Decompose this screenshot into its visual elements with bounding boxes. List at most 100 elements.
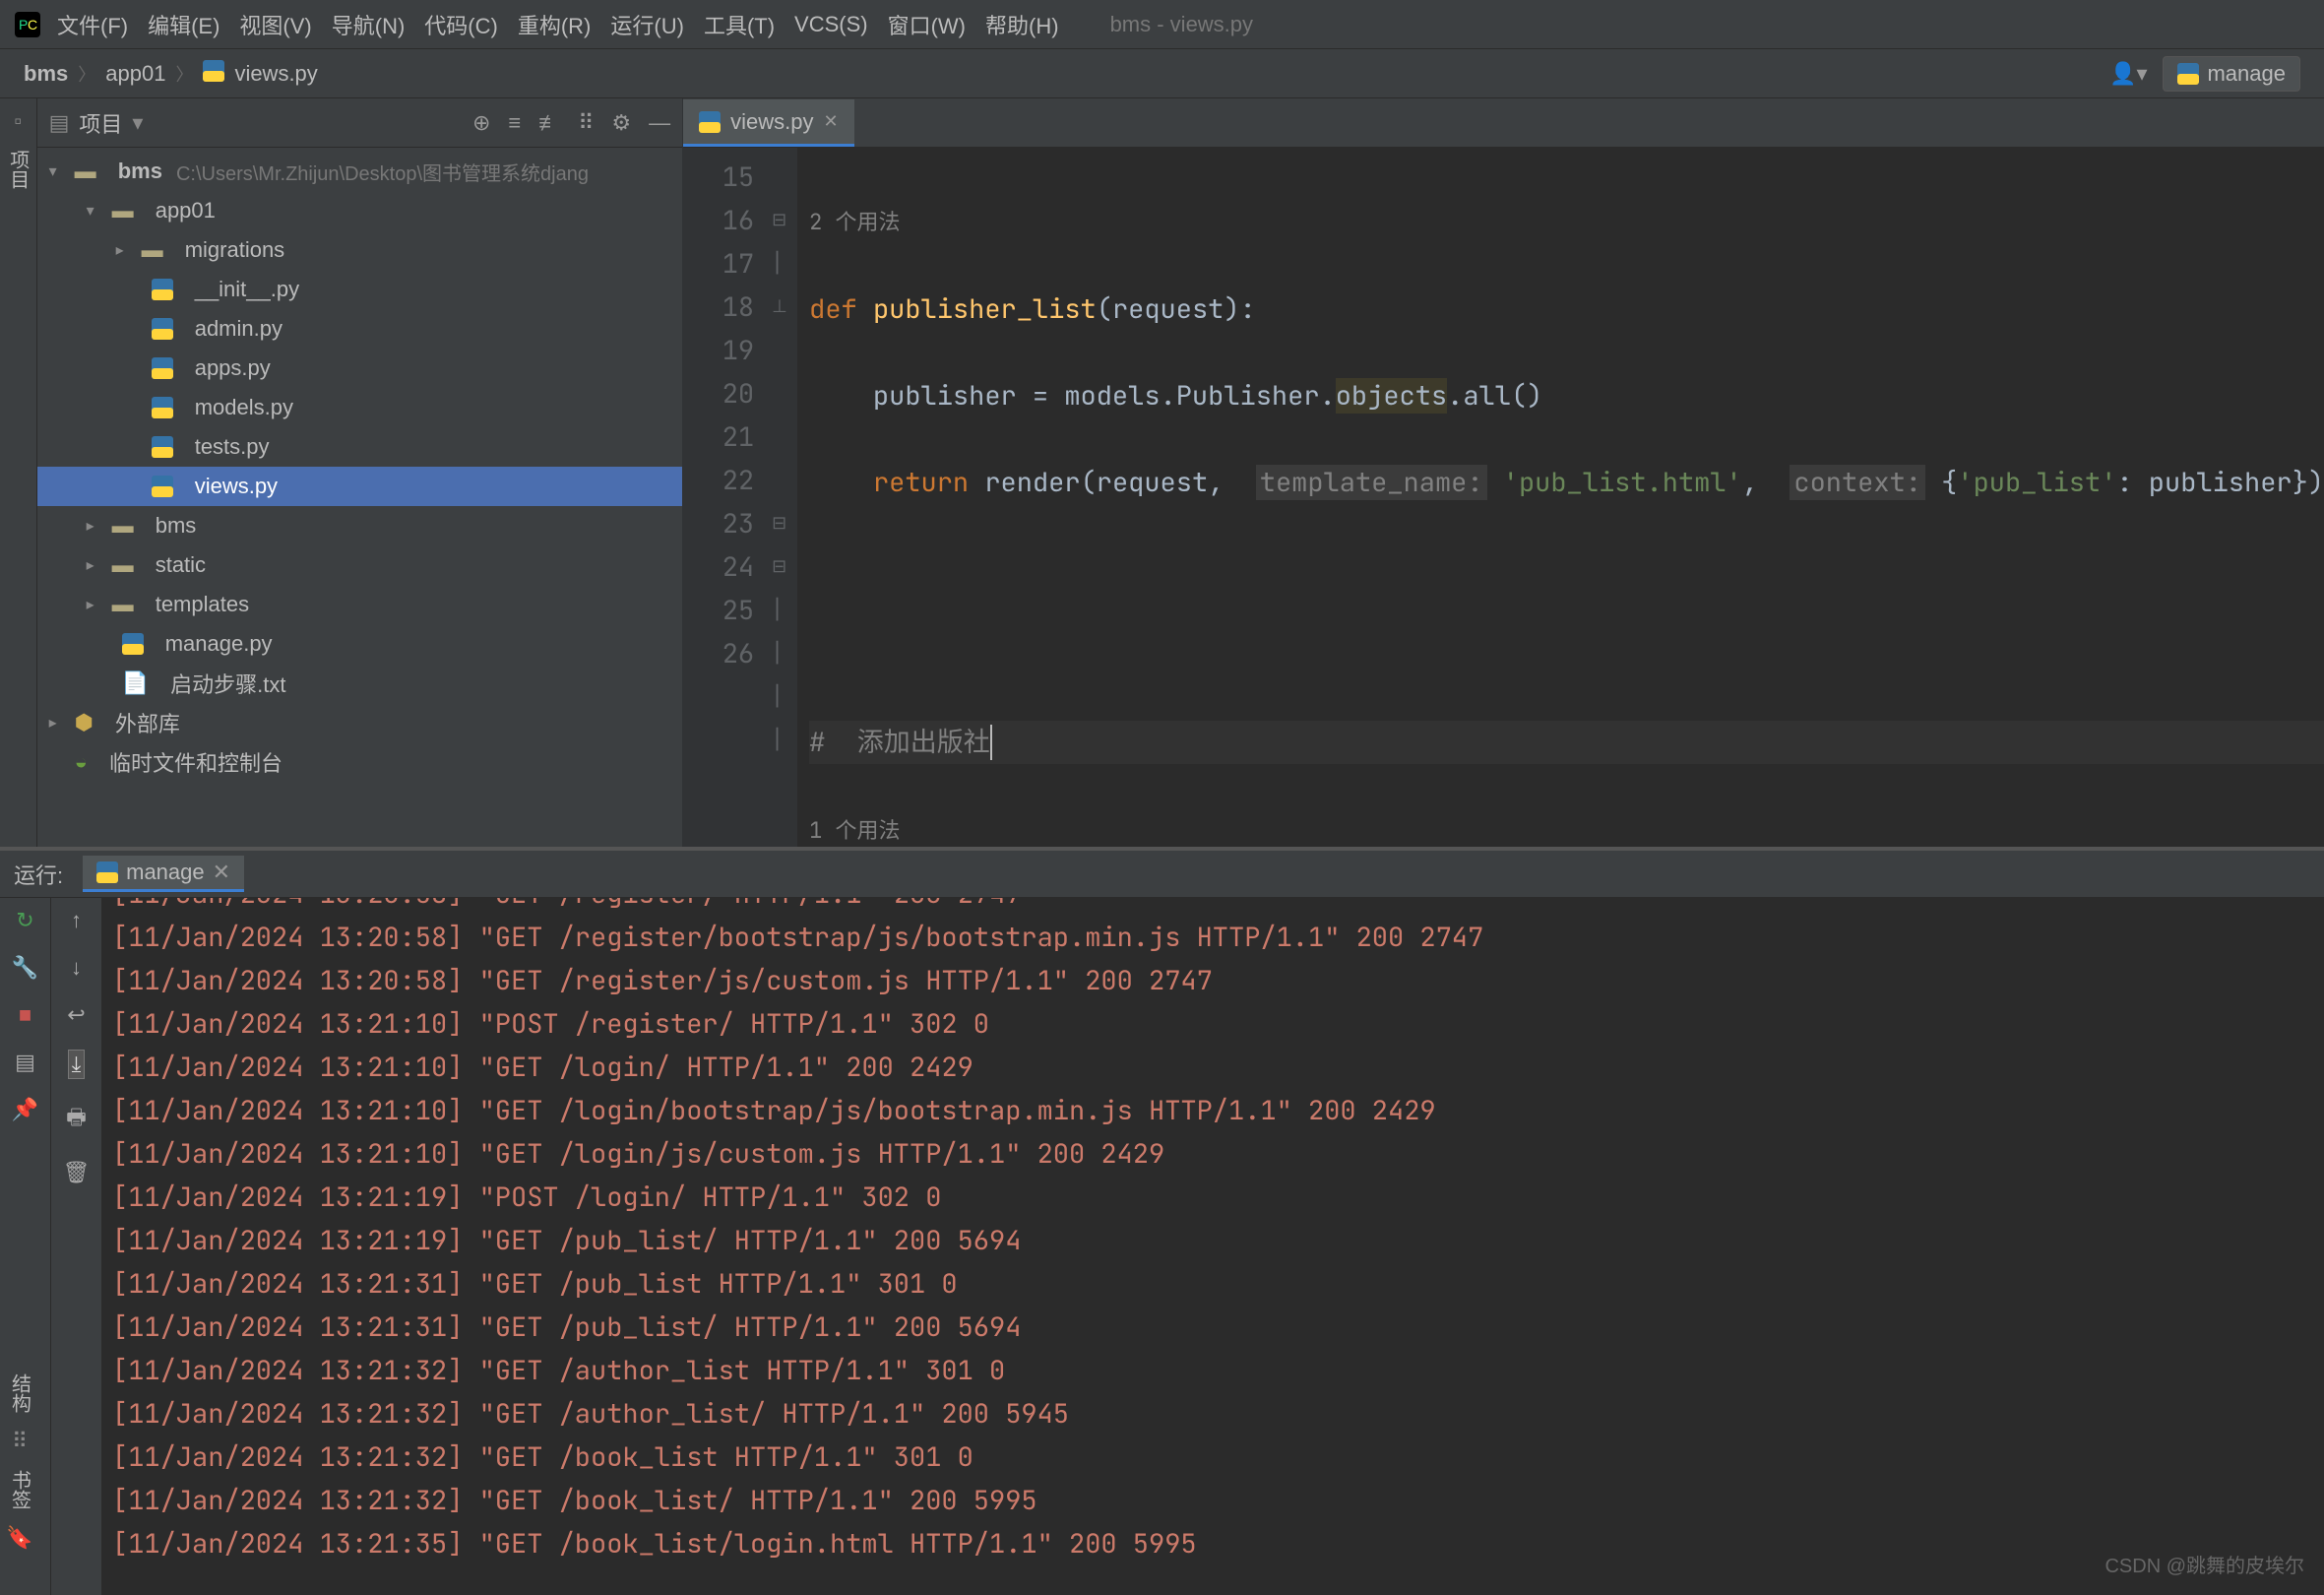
user-icon[interactable]: 👤▾ (2109, 61, 2147, 87)
usage-hint[interactable]: 2 个用法 (809, 208, 900, 236)
tree-root-name: bms (118, 159, 162, 184)
breadcrumb-folder[interactable]: app01 (105, 61, 165, 87)
locate-icon[interactable]: ⊕ (472, 110, 490, 136)
console-output[interactable]: [11/Jan/2024 13:20:58] "GET /register/ H… (102, 898, 2324, 1595)
project-tool-tab[interactable]: 项目 (4, 144, 32, 195)
trash-icon[interactable]: 🗑 (63, 1160, 91, 1185)
log-line: [11/Jan/2024 13:21:10] "GET /login/boots… (112, 1089, 2314, 1132)
close-icon[interactable]: ✕ (823, 111, 838, 132)
structure-icon: ⠿ (12, 1429, 28, 1454)
log-line: [11/Jan/2024 13:21:35] "GET /book_list/l… (112, 1522, 2314, 1565)
editor-tabs: views.py ✕ (683, 98, 2324, 148)
tree-init[interactable]: __init__.py (37, 270, 683, 309)
log-line: [11/Jan/2024 13:21:10] "POST /register/ … (112, 1002, 2314, 1046)
tree-app01[interactable]: ▾▬ app01 (37, 191, 683, 230)
tree-steps[interactable]: 📄 启动步骤.txt (37, 664, 683, 703)
menu-navigate[interactable]: 导航(N) (324, 5, 413, 44)
tree-views[interactable]: views.py (37, 467, 683, 506)
log-line: [11/Jan/2024 13:20:58] "GET /register/bo… (112, 916, 2314, 959)
pin-icon[interactable]: 📌 (12, 1097, 38, 1122)
menu-run[interactable]: 运行(U) (602, 5, 692, 44)
log-line: [11/Jan/2024 13:21:31] "GET /pub_list/ H… (112, 1306, 2314, 1349)
tree-templates[interactable]: ▸▬ templates (37, 585, 683, 624)
menu-view[interactable]: 视图(V) (231, 5, 319, 44)
editor-tab-views[interactable]: views.py ✕ (683, 99, 853, 147)
up-icon[interactable]: ↑ (71, 908, 82, 933)
breadcrumb-file[interactable]: views.py (234, 61, 317, 87)
tree-manage[interactable]: manage.py (37, 624, 683, 664)
expand-all-icon[interactable]: ≡ (508, 110, 521, 136)
python-file-icon (203, 60, 224, 88)
run-label: 运行: (14, 859, 63, 890)
log-line: [11/Jan/2024 13:20:58] "GET /register/js… (112, 959, 2314, 1002)
menu-vcs[interactable]: VCS(S) (786, 8, 876, 41)
scroll-end-icon[interactable]: ⤓ (68, 1050, 86, 1079)
print-icon[interactable]: 🖶 (66, 1101, 87, 1138)
menu-tools[interactable]: 工具(T) (696, 5, 783, 44)
soft-wrap-icon[interactable]: ↩ (67, 1002, 85, 1028)
project-view-label[interactable]: 项目 (79, 107, 122, 139)
project-tool-icon[interactable]: ▫ (14, 108, 22, 134)
tree-root-path: C:\Users\Mr.Zhijun\Desktop\图书管理系统djang (176, 158, 589, 186)
menu-refactor[interactable]: 重构(R) (510, 5, 599, 44)
bookmarks-tool-tab[interactable]: 书签 (6, 1464, 34, 1515)
chevron-right-icon: 〉 (175, 61, 193, 87)
tree-bms-folder[interactable]: ▸▬ bms (37, 506, 683, 545)
log-line: [11/Jan/2024 13:21:10] "GET /login/ HTTP… (112, 1046, 2314, 1089)
usage-hint[interactable]: 1 个用法 (809, 816, 900, 845)
log-line: [11/Jan/2024 13:21:32] "GET /book_list H… (112, 1436, 2314, 1479)
log-line: [11/Jan/2024 13:21:10] "GET /login/js/cu… (112, 1132, 2314, 1176)
tree-static[interactable]: ▸▬ static (37, 545, 683, 585)
menu-window[interactable]: 窗口(W) (880, 5, 974, 44)
menubar: PC 文件(F) 编辑(E) 视图(V) 导航(N) 代码(C) 重构(R) 运… (0, 0, 2324, 49)
tree-admin[interactable]: admin.py (37, 309, 683, 349)
project-tool-window: ▤ 项目 ▾ ⊕ ≡ ≢ ⠿ ⚙ — ▾▬ bmsC:\Users\Mr.Zhi… (37, 98, 684, 847)
tree-root[interactable]: ▾▬ bmsC:\Users\Mr.Zhijun\Desktop\图书管理系统d… (37, 152, 683, 191)
tree-migrations[interactable]: ▸▬ migrations (37, 230, 683, 270)
tree-external-libs[interactable]: ▸⬢ 外部库 (37, 703, 683, 742)
menu-help[interactable]: 帮助(H) (977, 5, 1067, 44)
run-config-selector[interactable]: manage (2163, 56, 2300, 92)
minimize-icon[interactable]: — (649, 110, 670, 136)
code-content[interactable]: 2 个用法 def publisher_list(request): publi… (797, 148, 2324, 847)
code-editor[interactable]: 151617181920212223242526 ⊟│⊥ ⊟⊟││││ 2 个用… (683, 148, 2324, 847)
show-options-icon[interactable]: ⠿ (578, 110, 594, 136)
log-line: [11/Jan/2024 13:21:19] "GET /pub_list/ H… (112, 1219, 2314, 1262)
svg-text:C: C (28, 17, 37, 32)
breadcrumb: bms 〉 app01 〉 views.py (24, 60, 318, 88)
project-view-icon: ▤ (49, 110, 70, 136)
watermark: CSDN @跳舞的皮埃尔 (2104, 1550, 2304, 1578)
layout-icon[interactable]: ▤ (15, 1050, 35, 1075)
log-line: [11/Jan/2024 13:20:58] "GET /register/ H… (112, 898, 2314, 916)
rerun-icon[interactable]: ↻ (16, 908, 33, 933)
navigation-bar: bms 〉 app01 〉 views.py 👤▾ manage (0, 49, 2324, 98)
app-logo-icon: PC (10, 7, 45, 42)
run-tool-window: 运行: manage ✕ ↻ 🔧 ■ ▤ 📌 ↑ ↓ ↩ ⤓ 🖶 🗑 [11/J… (0, 847, 2324, 1595)
down-icon[interactable]: ↓ (71, 955, 82, 981)
wrench-icon[interactable]: 🔧 (12, 955, 38, 981)
project-tree[interactable]: ▾▬ bmsC:\Users\Mr.Zhijun\Desktop\图书管理系统d… (37, 148, 683, 847)
gear-icon[interactable]: ⚙ (611, 110, 631, 136)
close-icon[interactable]: ✕ (213, 860, 230, 885)
dropdown-icon[interactable]: ▾ (132, 110, 143, 136)
breadcrumb-root[interactable]: bms (24, 61, 68, 87)
stop-icon[interactable]: ■ (19, 1002, 31, 1028)
run-toolbar-secondary: ↑ ↓ ↩ ⤓ 🖶 🗑 (51, 898, 102, 1595)
bookmark-icon: 🔖 (6, 1525, 32, 1551)
log-line: [11/Jan/2024 13:21:19] "POST /login/ HTT… (112, 1176, 2314, 1219)
svg-text:P: P (19, 17, 28, 32)
fold-gutter[interactable]: ⊟│⊥ ⊟⊟││││ (772, 148, 797, 847)
menu-file[interactable]: 文件(F) (49, 5, 136, 44)
tree-models[interactable]: models.py (37, 388, 683, 427)
menu-edit[interactable]: 编辑(E) (140, 5, 227, 44)
menu-code[interactable]: 代码(C) (416, 5, 506, 44)
tree-scratches[interactable]: ◒ 临时文件和控制台 (37, 742, 683, 782)
log-line: [11/Jan/2024 13:21:31] "GET /pub_list HT… (112, 1262, 2314, 1306)
tree-tests[interactable]: tests.py (37, 427, 683, 467)
structure-tool-tab[interactable]: 结构 (6, 1368, 34, 1419)
run-tab-manage[interactable]: manage ✕ (83, 856, 244, 892)
collapse-all-icon[interactable]: ≢ (538, 110, 560, 136)
log-line: [11/Jan/2024 13:21:32] "GET /author_list… (112, 1349, 2314, 1392)
chevron-right-icon: 〉 (78, 61, 95, 87)
tree-apps[interactable]: apps.py (37, 349, 683, 388)
